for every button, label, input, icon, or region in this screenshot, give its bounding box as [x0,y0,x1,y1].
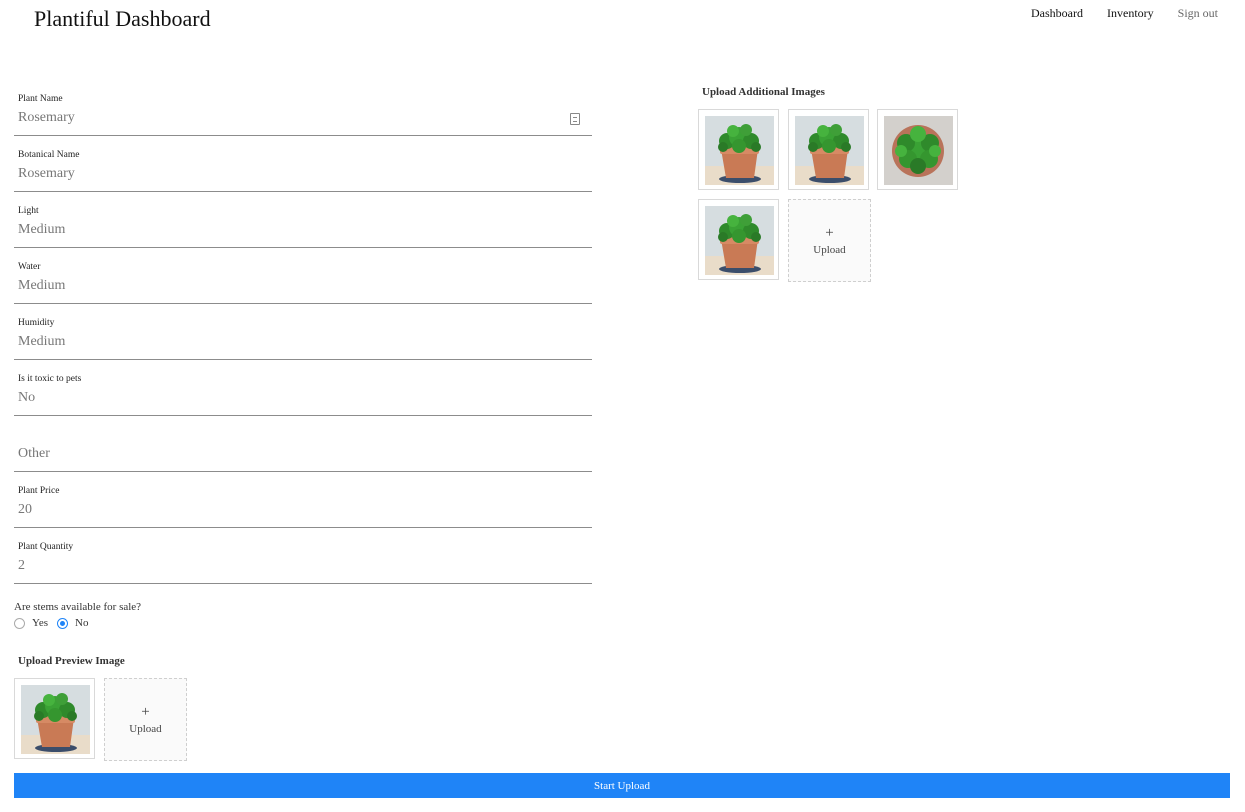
plus-icon: + [141,704,150,720]
toxic-to-pets-field[interactable]: Is it toxic to pets No [14,371,592,416]
field-label: Light [18,206,39,216]
nav-sign-out[interactable]: Sign out [1178,6,1218,21]
additional-image-thumbnail[interactable] [698,199,779,280]
field-placeholder[interactable]: Other [18,446,50,462]
plant-name-field[interactable]: Plant Name Rosemary [14,91,592,136]
stems-radio-group: Yes No [14,617,141,629]
plant-form: Plant Name Rosemary Botanical Name Rosem… [14,91,592,595]
additional-upload-button[interactable]: + Upload [788,199,871,282]
field-label: Plant Quantity [18,542,74,552]
radio-yes[interactable] [14,617,25,629]
plant-image [705,116,774,185]
nav-dashboard[interactable]: Dashboard [1031,6,1083,21]
field-value[interactable]: No [18,390,35,406]
field-value[interactable]: Medium [18,278,65,294]
plant-price-field[interactable]: Plant Price 20 [14,483,592,528]
field-label: Plant Name [18,94,63,104]
preview-image-title: Upload Preview Image [18,655,125,667]
start-upload-button[interactable]: Start Upload [14,773,1230,798]
water-field[interactable]: Water Medium [14,259,592,304]
field-label: Is it toxic to pets [18,374,82,384]
field-value[interactable]: Rosemary [18,110,75,126]
plant-image-top-view [884,116,953,185]
additional-image-thumbnail[interactable] [788,109,869,190]
field-label: Plant Price [18,486,60,496]
stems-option-yes[interactable]: Yes [14,617,48,629]
stems-question: Are stems available for sale? [14,601,142,613]
radio-label-yes: Yes [32,617,49,629]
app-title: Plantiful Dashboard [34,6,211,31]
radio-no[interactable] [57,617,69,629]
stems-option-no[interactable]: No [57,617,88,629]
plant-image [21,685,90,754]
field-value[interactable]: 2 [18,558,25,574]
light-field[interactable]: Light Medium [14,203,592,248]
contact-card-icon [570,113,580,125]
nav-inventory[interactable]: Inventory [1107,6,1154,21]
plant-image [795,116,864,185]
plant-image [705,206,774,275]
field-value[interactable]: Medium [18,222,65,238]
field-value[interactable]: Medium [18,334,65,350]
upload-label: Upload [813,244,846,256]
additional-images-title: Upload Additional Images [702,86,825,98]
preview-upload-button[interactable]: + Upload [104,678,187,761]
plus-icon: + [825,225,834,241]
botanical-name-field[interactable]: Botanical Name Rosemary [14,147,592,192]
plant-quantity-field[interactable]: Plant Quantity 2 [14,539,592,584]
page: Plantiful Dashboard Dashboard Inventory … [0,0,1245,812]
humidity-field[interactable]: Humidity Medium [14,315,592,360]
top-nav: Dashboard Inventory Sign out [1031,6,1218,21]
radio-label-no: No [75,617,89,629]
additional-image-thumbnail[interactable] [698,109,779,190]
other-field[interactable]: Other [14,427,592,472]
upload-label: Upload [129,723,162,735]
field-value[interactable]: 20 [18,502,32,518]
additional-image-thumbnail[interactable] [877,109,958,190]
field-label: Water [18,262,41,272]
field-label: Botanical Name [18,150,80,160]
stems-question-group: Are stems available for sale? Yes No [14,601,141,629]
field-label: Humidity [18,318,55,328]
preview-image-thumbnail[interactable] [14,678,95,759]
field-value[interactable]: Rosemary [18,166,75,182]
